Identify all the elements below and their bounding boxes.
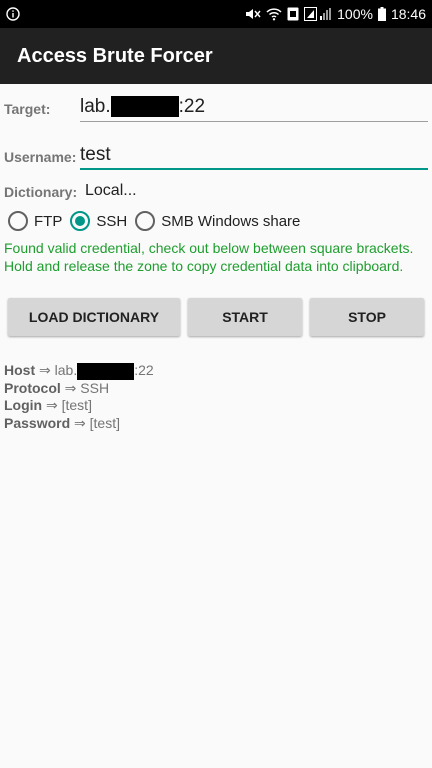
- result-protocol-label: Protocol: [4, 379, 61, 396]
- radio-ssh-circle[interactable]: [70, 211, 91, 231]
- stop-button[interactable]: STOP: [310, 298, 424, 336]
- start-button[interactable]: START: [188, 298, 302, 336]
- radio-ssh-label: SSH: [96, 212, 128, 230]
- result-protocol: Protocol ⇒ SSH: [4, 380, 154, 398]
- info-icon: [6, 7, 20, 21]
- radio-ftp-label: FTP: [34, 212, 63, 230]
- result-login-label: Login: [4, 397, 43, 414]
- radio-smb-label: SMB Windows share: [161, 212, 301, 230]
- target-prefix: lab.: [80, 96, 111, 117]
- clock: 18:46: [390, 6, 426, 22]
- target-label: Target:: [4, 101, 51, 117]
- result-host: Host ⇒ lab. :22: [4, 362, 154, 380]
- result-password-label: Password: [4, 414, 71, 431]
- target-underline: [80, 121, 428, 122]
- target-suffix: :22: [178, 96, 206, 117]
- radio-smb[interactable]: SMB Windows share: [135, 211, 300, 231]
- status-bar: 100% 18:46: [0, 0, 432, 28]
- app-bar: Access Brute Forcer: [0, 28, 432, 84]
- dictionary-label: Dictionary:: [4, 184, 78, 200]
- battery-percent: 100%: [337, 6, 373, 22]
- radio-smb-circle[interactable]: [135, 211, 156, 231]
- result-protocol-value: ⇒ SSH: [60, 379, 110, 396]
- load-dictionary-button[interactable]: LOAD DICTIONARY: [8, 298, 180, 336]
- battery-icon: [377, 7, 386, 21]
- credential-result[interactable]: Host ⇒ lab. :22 Protocol ⇒ SSH Login ⇒ [t…: [4, 362, 154, 432]
- app-title: Access Brute Forcer: [17, 44, 213, 67]
- result-login-value: ⇒ [test]: [42, 397, 92, 414]
- mute-icon: [245, 7, 261, 21]
- username-value: test: [80, 144, 111, 165]
- result-host-prefix: ⇒ lab.: [35, 362, 78, 378]
- radio-ftp-circle[interactable]: [8, 211, 28, 231]
- protocol-radio-group: FTP SSH SMB Windows share: [8, 208, 308, 234]
- result-login: Login ⇒ [test]: [4, 397, 154, 415]
- result-password: Password ⇒ [test]: [4, 415, 154, 433]
- signal-icon: [304, 7, 332, 21]
- username-label: Username:: [4, 149, 77, 165]
- wifi-icon: [266, 7, 282, 21]
- result-host-label: Host: [4, 362, 36, 378]
- result-host-suffix: :22: [134, 362, 154, 378]
- redaction-box: [110, 96, 179, 118]
- data-icon: [287, 7, 299, 21]
- username-input[interactable]: test: [80, 144, 111, 166]
- radio-ssh[interactable]: SSH: [70, 211, 127, 231]
- target-input[interactable]: lab. :22: [80, 96, 205, 118]
- username-underline: [80, 168, 428, 170]
- result-password-value: ⇒ [test]: [70, 414, 120, 431]
- radio-ftp[interactable]: FTP: [8, 211, 62, 231]
- success-message: Found valid credential, check out below …: [4, 240, 414, 274]
- redaction-box: [77, 362, 135, 380]
- dictionary-value[interactable]: Local...: [85, 182, 137, 200]
